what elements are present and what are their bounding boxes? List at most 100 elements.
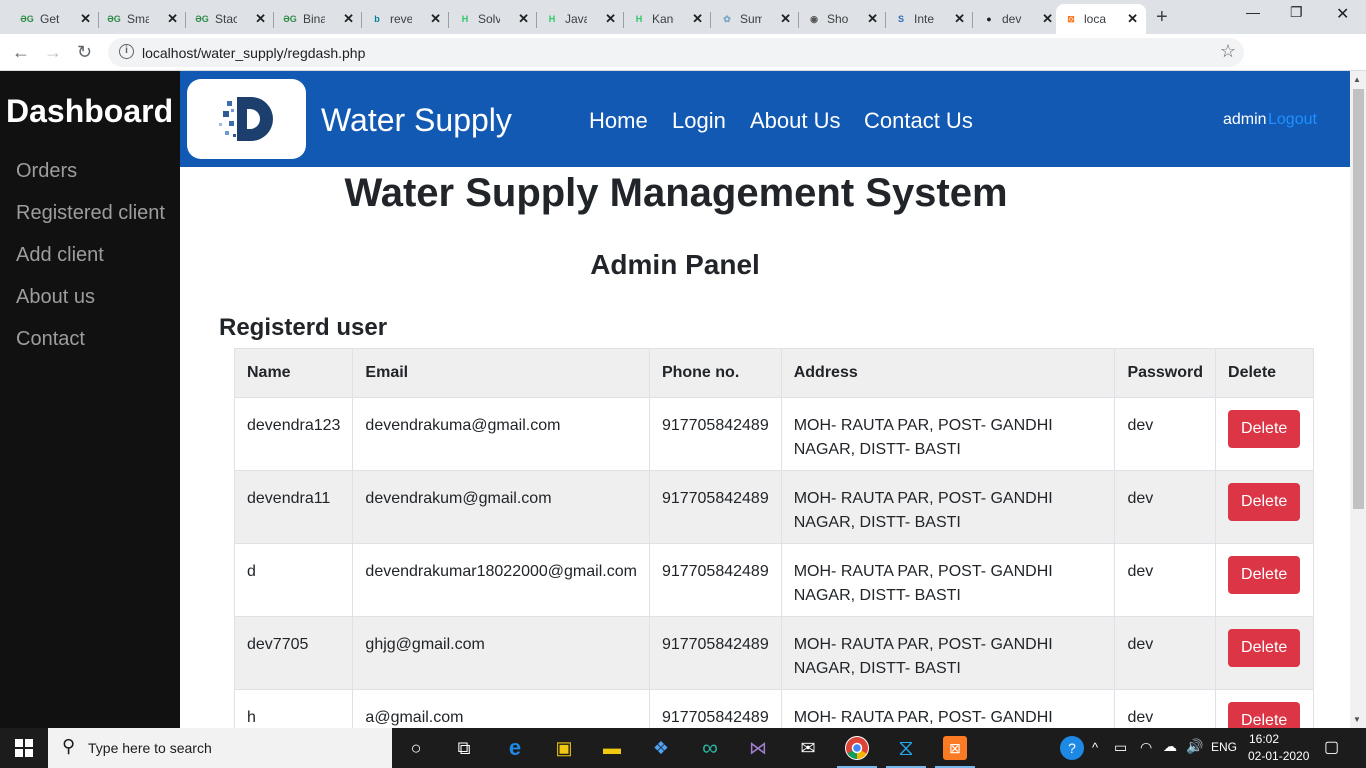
browser-tab[interactable]: ƏG Bina ✕ — [275, 4, 362, 34]
minimize-button[interactable]: — — [1246, 4, 1260, 20]
tab-close-icon[interactable]: ✕ — [80, 11, 91, 27]
task-view-icon[interactable]: ⧉ — [452, 736, 476, 760]
nav-contact-us[interactable]: Contact Us — [864, 108, 973, 134]
page-viewport: Dashboard Orders Registered client Add c… — [0, 71, 1350, 728]
clock-time[interactable]: 16:02 — [1249, 732, 1279, 746]
vscode-icon[interactable]: ⧖ — [894, 735, 918, 760]
cell-password: dev — [1114, 616, 1217, 690]
browser-tab[interactable]: ƏG Stac ✕ — [187, 4, 274, 34]
scroll-up-icon[interactable]: ▲ — [1353, 75, 1361, 84]
store-icon[interactable]: ▣ — [552, 736, 576, 760]
back-icon[interactable]: ← — [12, 42, 30, 63]
browser-tab[interactable]: ƏG Get ✕ — [12, 4, 99, 34]
table-row: devendra123 devendrakuma@gmail.com 9177058… — [233, 397, 1314, 471]
scroll-down-icon[interactable]: ▼ — [1353, 715, 1361, 724]
sidebar-item-registered-client[interactable]: Registered client — [16, 202, 165, 225]
tab-close-icon[interactable]: ✕ — [1042, 11, 1053, 27]
browser-toolbar: ← → ↻ i localhost/water_supply/regdash.p… — [0, 34, 1366, 103]
edge-icon[interactable]: e — [503, 735, 527, 760]
taskbar-search-placeholder[interactable]: Type here to search — [88, 740, 212, 756]
delete-button[interactable]: Delete — [1228, 410, 1301, 448]
volume-icon[interactable]: 🔊 — [1186, 738, 1203, 755]
table-row: dev7705 ghjg@gmail.com 917705842489 MOH- RA… — [233, 616, 1314, 690]
tab-close-icon[interactable]: ✕ — [605, 11, 616, 27]
address-bar[interactable]: i localhost/water_supply/regdash.php ☆ — [108, 38, 1244, 67]
taskbar-search[interactable]: ⚲ Type here to search — [48, 728, 392, 768]
delete-button[interactable]: Delete — [1228, 483, 1301, 521]
tab-close-icon[interactable]: ✕ — [430, 11, 441, 27]
site-logo[interactable] — [187, 79, 306, 159]
browser-tab[interactable]: H Java ✕ — [537, 4, 624, 34]
windows-start-icon[interactable] — [12, 736, 36, 760]
browser-tab[interactable]: ƏG Sma ✕ — [99, 4, 186, 34]
site-title[interactable]: Water Supply — [321, 102, 512, 139]
language-indicator[interactable]: ENG — [1211, 740, 1237, 754]
delete-button[interactable]: Delete — [1228, 629, 1301, 667]
browser-tab[interactable]: ● dev ✕ — [974, 4, 1061, 34]
browser-tab[interactable]: H Solv ✕ — [450, 4, 537, 34]
url-text[interactable]: localhost/water_supply/regdash.php — [142, 45, 365, 61]
visual-studio-icon[interactable]: ⋈ — [746, 736, 770, 760]
maximize-button[interactable]: ❐ — [1290, 4, 1303, 21]
xampp-icon[interactable]: ⊠ — [943, 736, 967, 760]
users-table: Name Email Phone no. Address Password De… — [233, 348, 1314, 728]
sidebar-item-orders[interactable]: Orders — [16, 160, 77, 183]
dropbox-icon[interactable]: ❖ — [649, 736, 673, 760]
page-scrollbar[interactable]: ▲ ▼ — [1350, 71, 1366, 728]
tab-close-icon[interactable]: ✕ — [1127, 11, 1138, 27]
xampp-icon: ⊠ — [1067, 13, 1075, 24]
window-close-button[interactable]: ✕ — [1336, 4, 1349, 24]
bookmark-star-icon[interactable]: ☆ — [1220, 41, 1236, 62]
browser-tab[interactable]: ⊠ loca ✕ — [1056, 4, 1146, 34]
tab-close-icon[interactable]: ✕ — [867, 11, 878, 27]
mail-icon[interactable]: ✉ — [796, 736, 820, 760]
delete-button[interactable]: Delete — [1228, 556, 1301, 594]
notifications-icon[interactable]: ▢ — [1324, 737, 1339, 757]
browser-tab[interactable]: b reve ✕ — [362, 4, 449, 34]
cell-phone: 917705842489 — [648, 397, 782, 471]
nav-about-us[interactable]: About Us — [750, 108, 841, 134]
cell-email: ghjg@gmail.com — [352, 616, 650, 690]
header-address: Address — [780, 348, 1116, 398]
nav-home[interactable]: Home — [589, 108, 648, 134]
onedrive-icon[interactable]: ☁ — [1163, 738, 1177, 755]
scrollbar-thumb[interactable] — [1353, 89, 1364, 509]
new-tab-button[interactable]: + — [1156, 6, 1168, 29]
tab-close-icon[interactable]: ✕ — [255, 11, 266, 27]
tab-close-icon[interactable]: ✕ — [780, 11, 791, 27]
tab-close-icon[interactable]: ✕ — [954, 11, 965, 27]
wifi-icon[interactable]: ◠ — [1140, 739, 1152, 756]
geeksforgeeks-icon: ƏG — [20, 14, 34, 24]
browser-tab[interactable]: S Inte ✕ — [886, 4, 973, 34]
clock-date[interactable]: 02-01-2020 — [1248, 749, 1309, 763]
nav-login[interactable]: Login — [672, 108, 726, 134]
sidebar-item-add-client[interactable]: Add client — [16, 244, 104, 267]
tab-close-icon[interactable]: ✕ — [692, 11, 703, 27]
help-icon[interactable]: ? — [1060, 736, 1084, 760]
browser-tab[interactable]: H Kang ✕ — [624, 4, 711, 34]
cell-name: d — [233, 543, 354, 617]
forward-icon[interactable]: → — [44, 42, 62, 63]
globe-icon: ◉ — [810, 13, 818, 24]
tab-close-icon[interactable]: ✕ — [167, 11, 178, 27]
delete-button[interactable]: Delete — [1228, 702, 1301, 728]
reload-icon[interactable]: ↻ — [77, 42, 92, 63]
sidebar-brand[interactable]: Dashboard — [6, 93, 173, 130]
battery-icon[interactable]: ▭ — [1114, 739, 1127, 756]
logout-link[interactable]: Logout — [1268, 111, 1317, 129]
tab-close-icon[interactable]: ✕ — [343, 11, 354, 27]
chrome-icon[interactable] — [845, 736, 869, 760]
file-explorer-icon[interactable]: ▬ — [600, 736, 624, 760]
site-info-icon[interactable]: i — [119, 44, 134, 59]
browser-tab[interactable]: ✿ Sum ✕ — [712, 4, 799, 34]
cortana-icon[interactable]: ○ — [404, 736, 428, 760]
show-hidden-icons-chevron-icon[interactable]: ^ — [1092, 740, 1098, 755]
windows-taskbar: ⚲ Type here to search ○ ⧉ e ▣ ▬ ❖ ∞ ⋈ ✉ … — [0, 728, 1366, 768]
sidebar-item-about-us[interactable]: About us — [16, 286, 95, 309]
browser-tab-label: Kang — [652, 12, 674, 26]
browser-tab-label: Inte — [914, 12, 935, 26]
arduino-icon[interactable]: ∞ — [698, 735, 722, 760]
browser-tab[interactable]: ◉ Shor ✕ — [799, 4, 886, 34]
sidebar-item-contact[interactable]: Contact — [16, 328, 85, 351]
tab-close-icon[interactable]: ✕ — [518, 11, 529, 27]
